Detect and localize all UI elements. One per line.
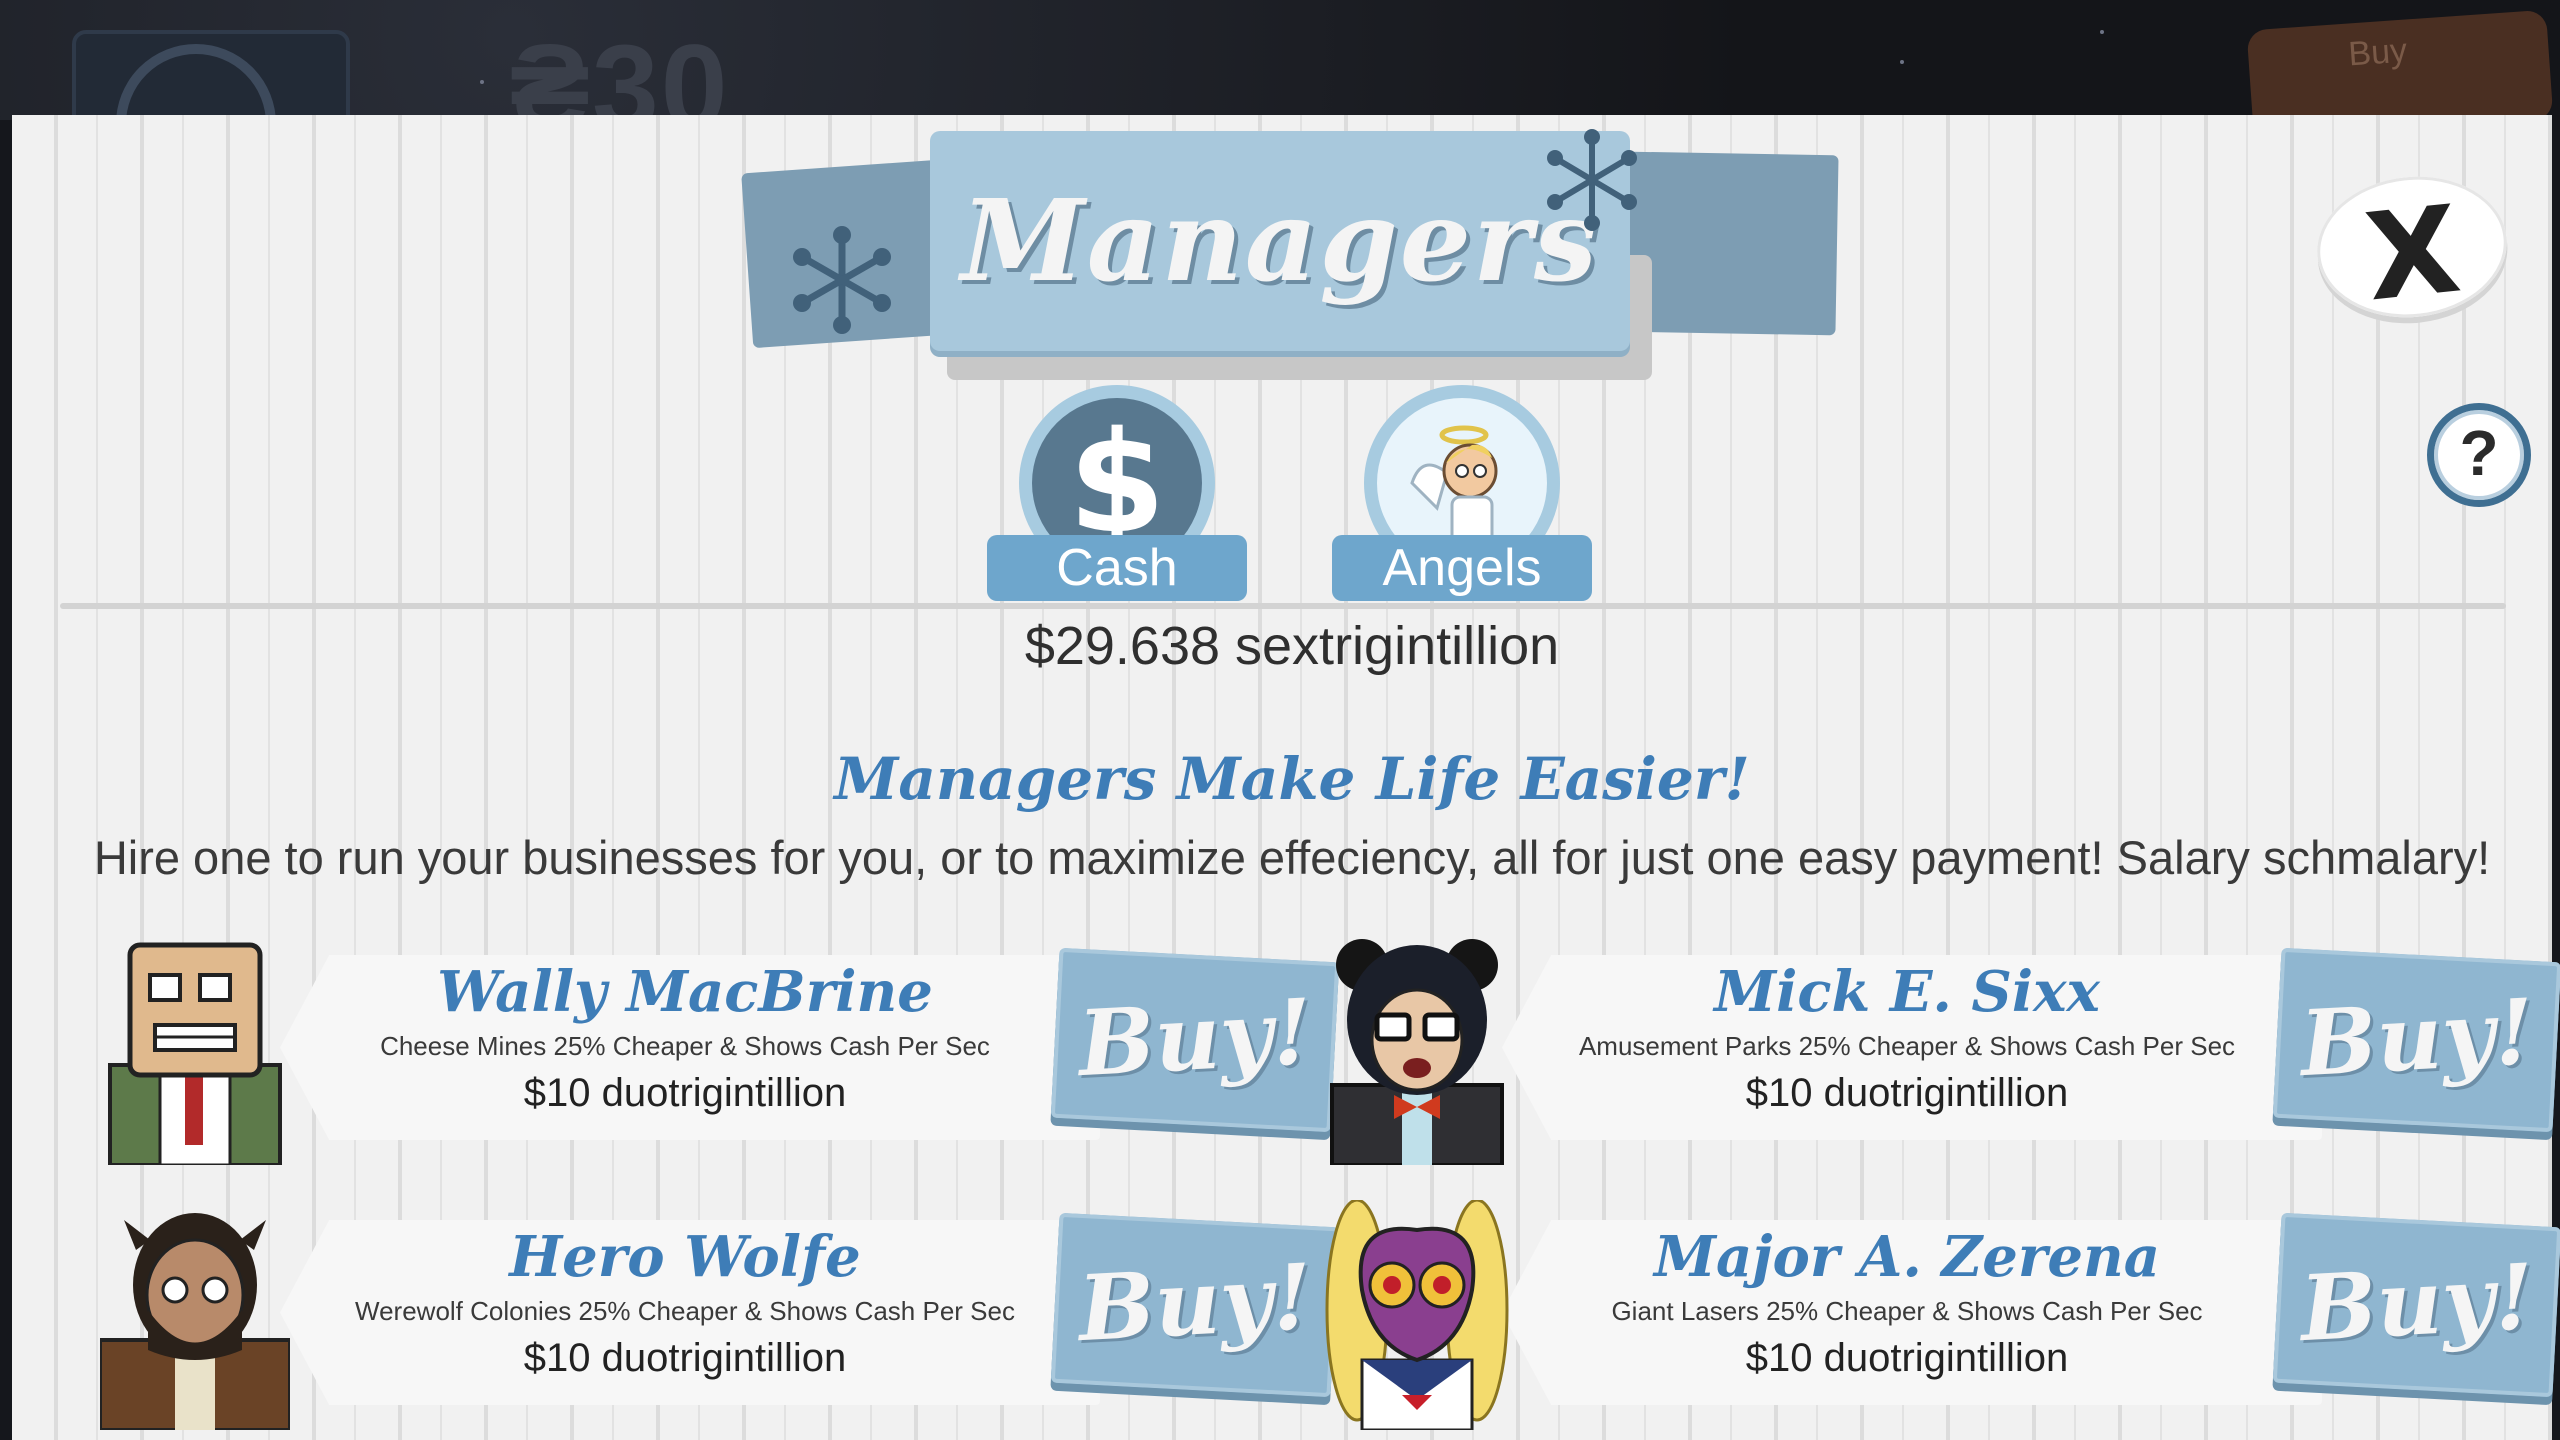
manager-portrait-mick (1330, 939, 1504, 1165)
tab-angels-label: Angels (1332, 535, 1592, 601)
managers-panel: Managers X ? $ Cash Angels $29.638 sextr… (12, 115, 2560, 1440)
manager-info: Mick E. Sixx Amusement Parks 25% Cheaper… (1572, 959, 2242, 1116)
manager-name: Mick E. Sixx (1714, 959, 2100, 1025)
help-button[interactable]: ? (2427, 403, 2531, 507)
tab-cash[interactable]: $ Cash (987, 385, 1247, 605)
manager-price: $10 duotrigintillion (1745, 1336, 2069, 1380)
manager-portrait-hero (100, 1213, 290, 1430)
star (480, 80, 484, 84)
section-headline: Managers Make Life Easier! (834, 745, 1750, 813)
snowflake-icon (1547, 129, 1637, 231)
star (1900, 60, 1904, 64)
manager-price: $10 duotrigintillion (523, 1071, 847, 1115)
buy-button[interactable]: Buy! (2272, 1212, 2560, 1398)
page-title: Managers (960, 176, 1600, 307)
manager-description: Amusement Parks 25% Cheaper & Shows Cash… (1578, 1031, 2236, 1061)
divider (60, 603, 2506, 609)
cash-balance: $29.638 sextrigintillion (1024, 616, 1560, 676)
help-icon: ? (2459, 417, 2499, 489)
manager-card: Wally MacBrine Cheese Mines 25% Cheaper … (100, 935, 1340, 1165)
close-icon: X (2359, 180, 2467, 329)
manager-description: Cheese Mines 25% Cheaper & Shows Cash Pe… (380, 1031, 990, 1061)
manager-card: Mick E. Sixx Amusement Parks 25% Cheaper… (1322, 935, 2560, 1165)
manager-portrait-major (1325, 1200, 1509, 1430)
buy-button[interactable]: Buy! (1050, 947, 1340, 1133)
buy-button[interactable]: Buy! (1050, 1212, 1340, 1398)
title-banner: Managers (930, 131, 1630, 351)
manager-card: Major A. Zerena Giant Lasers 25% Cheaper… (1322, 1200, 2560, 1430)
manager-description: Werewolf Colonies 25% Cheaper & Shows Ca… (355, 1296, 1015, 1326)
section-tagline: Hire one to run your businesses for you,… (93, 831, 2491, 884)
buy-button-label: Buy! (1075, 1243, 1315, 1363)
snowflake-icon (793, 226, 891, 334)
manager-info: Hero Wolfe Werewolf Colonies 25% Cheaper… (350, 1224, 1020, 1381)
manager-price: $10 duotrigintillion (1745, 1071, 2069, 1115)
manager-info: Major A. Zerena Giant Lasers 25% Cheaper… (1572, 1224, 2242, 1381)
manager-name: Wally MacBrine (437, 959, 933, 1025)
buy-button-label: Buy! (2297, 978, 2537, 1098)
game-background-bar: ₴30 Buy (0, 0, 2560, 204)
manager-info: Wally MacBrine Cheese Mines 25% Cheaper … (350, 959, 1020, 1116)
manager-name: Major A. Zerena (1654, 1224, 2160, 1290)
manager-portrait-wally (108, 942, 282, 1165)
tab-angels[interactable]: Angels (1332, 385, 1592, 605)
buy-button-label: Buy! (2297, 1243, 2537, 1363)
manager-price: $10 duotrigintillion (523, 1336, 847, 1380)
manager-name: Hero Wolfe (509, 1224, 861, 1290)
background-buy-label: Buy (2347, 31, 2409, 74)
tab-cash-label: Cash (987, 535, 1247, 601)
buy-button[interactable]: Buy! (2272, 947, 2560, 1133)
manager-description: Giant Lasers 25% Cheaper & Shows Cash Pe… (1611, 1296, 2203, 1326)
buy-button-label: Buy! (1075, 978, 1315, 1098)
close-button[interactable]: X (2310, 167, 2514, 328)
star (2100, 30, 2104, 34)
manager-card: Hero Wolfe Werewolf Colonies 25% Cheaper… (100, 1200, 1340, 1430)
